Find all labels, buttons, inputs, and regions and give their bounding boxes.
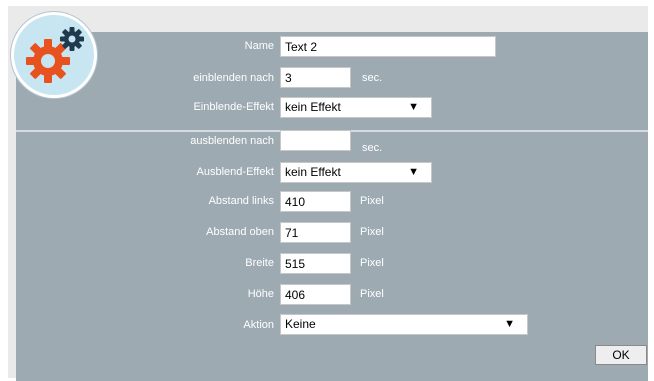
height-input[interactable] — [280, 284, 351, 305]
fade-in-after-label: einblenden nach — [193, 72, 274, 84]
name-label: Name — [244, 40, 274, 52]
fade-out-after-input[interactable] — [280, 130, 351, 151]
gears-icon — [11, 12, 97, 98]
left-distance-input[interactable] — [280, 191, 351, 212]
height-label: Höhe — [247, 288, 274, 300]
top-distance-label: Abstand oben — [206, 226, 274, 238]
action-value: Keine — [285, 317, 316, 331]
fade-in-effect-label: Einblende-Effekt — [193, 101, 274, 113]
top-distance-unit: Pixel — [360, 226, 384, 238]
action-label: Aktion — [243, 319, 274, 331]
fade-in-unit: sec. — [362, 72, 383, 84]
action-select[interactable]: Keine ▼ — [280, 314, 528, 335]
width-label: Breite — [245, 257, 274, 269]
fade-out-unit: sec. — [362, 142, 383, 154]
dropdown-arrow-icon: ▼ — [408, 166, 419, 178]
fade-out-effect-select[interactable]: kein Effekt ▼ — [280, 162, 432, 183]
fade-in-effect-value: kein Effekt — [285, 100, 341, 114]
width-input[interactable] — [280, 253, 351, 274]
height-unit: Pixel — [360, 288, 384, 300]
fade-out-effect-label: Ausblend-Effekt — [196, 166, 274, 178]
left-distance-unit: Pixel — [360, 195, 384, 207]
fade-out-effect-value: kein Effekt — [285, 165, 341, 179]
top-distance-input[interactable] — [280, 222, 351, 243]
left-distance-label: Abstand links — [208, 195, 274, 207]
fade-in-after-input[interactable] — [280, 67, 351, 88]
fade-out-after-label: ausblenden nach — [190, 135, 274, 147]
dropdown-arrow-icon: ▼ — [504, 318, 515, 330]
dropdown-arrow-icon: ▼ — [408, 101, 419, 113]
fade-in-effect-select[interactable]: kein Effekt ▼ — [280, 97, 432, 118]
ok-button[interactable]: OK — [595, 345, 647, 365]
width-unit: Pixel — [360, 257, 384, 269]
name-input[interactable] — [280, 36, 496, 57]
